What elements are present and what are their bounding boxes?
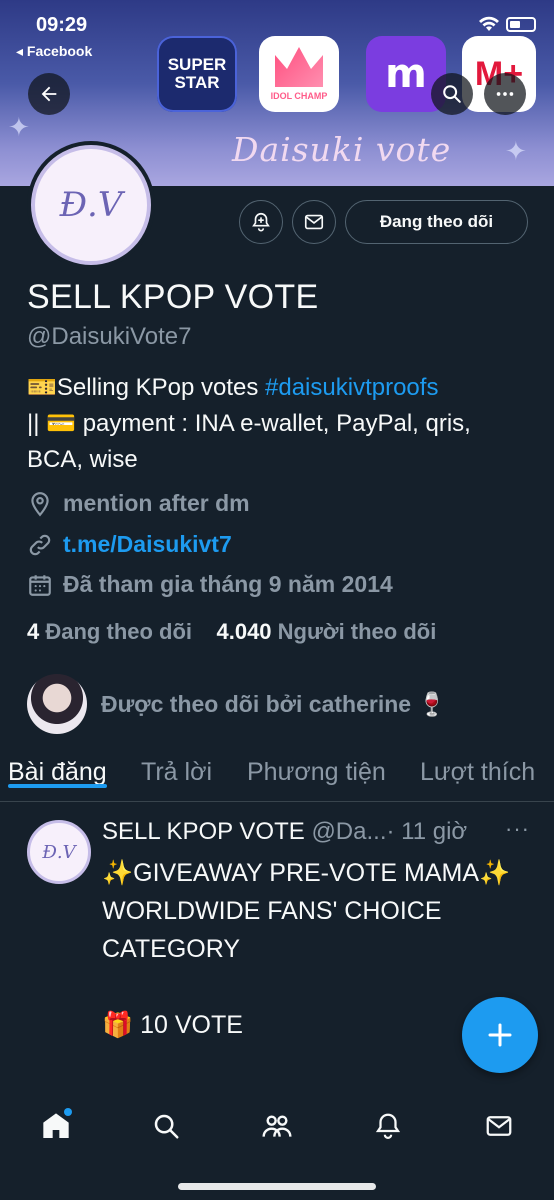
banner-title: Daisuki vote <box>232 130 452 169</box>
envelope-icon <box>486 1116 512 1136</box>
followers-label: Người theo dõi <box>277 619 437 644</box>
follow-stats: 4 Đang theo dõi 4.040 Người theo dõi <box>27 619 436 645</box>
nav-home[interactable] <box>36 1106 76 1146</box>
nav-messages[interactable] <box>479 1106 519 1146</box>
status-time: 09:29 <box>36 14 88 36</box>
battery-icon <box>506 16 536 32</box>
superstar-app-logo: SUPER STAR <box>157 36 237 112</box>
message-button[interactable] <box>292 200 336 244</box>
website-row: t.me/Daisukivt7 <box>27 531 232 558</box>
post-author-name[interactable]: SELL KPOP VOTE <box>102 818 305 845</box>
search-icon <box>443 85 461 103</box>
following-count: 4 <box>27 619 40 644</box>
followed-by-row[interactable]: Được theo dõi bởi catherine 🍷 <box>27 674 446 734</box>
envelope-icon <box>304 214 324 230</box>
following-button[interactable]: Đang theo dõi <box>345 200 528 244</box>
calendar-icon <box>29 574 51 596</box>
more-dots-icon <box>496 92 514 96</box>
location-pin-icon <box>31 491 49 516</box>
compose-button[interactable] <box>462 997 538 1073</box>
search-button[interactable] <box>431 73 473 115</box>
avatar-logo: Đ.V <box>31 145 151 265</box>
post-more-button[interactable]: ··· <box>505 816 530 842</box>
tab-likes[interactable]: Lượt thích <box>420 748 535 787</box>
followers-stat[interactable]: 4.040 Người theo dõi <box>216 619 436 644</box>
bio-text: 🎫Selling KPop votes <box>27 374 266 401</box>
profile-avatar[interactable]: Đ.V <box>27 141 155 269</box>
back-button[interactable] <box>28 73 70 115</box>
follower-avatar <box>27 674 87 734</box>
idol-champ-app-logo: IDOL CHAMP <box>259 36 339 112</box>
sparkle-decoration: ✦ <box>505 136 527 166</box>
notifications-subscribe-button[interactable] <box>239 200 283 244</box>
location-text: mention after dm <box>63 490 250 516</box>
app-label: SUPER STAR <box>167 55 227 92</box>
bell-plus-icon <box>252 212 270 232</box>
post-author-handle: @Da... <box>311 818 387 845</box>
tab-media[interactable]: Phương tiện <box>247 748 386 787</box>
search-icon <box>154 1114 179 1139</box>
bio-hashtag-link[interactable]: #daisukivtproofs <box>265 374 438 401</box>
post-body[interactable]: ✨GIVEAWAY PRE-VOTE MAMA✨ WORLDWIDE FANS'… <box>102 854 522 1044</box>
bell-icon <box>375 1113 401 1139</box>
app-label: IDOL CHAMP <box>270 91 328 101</box>
home-indicator[interactable] <box>178 1183 376 1190</box>
following-stat[interactable]: 4 Đang theo dõi <box>27 619 192 644</box>
status-icons <box>478 16 536 32</box>
app-label: m <box>385 51 427 97</box>
profile-tabs: Bài đăng Trả lời Phương tiện Lượt thích <box>0 748 554 802</box>
post-author-avatar[interactable]: Đ.V <box>27 820 91 884</box>
post-time: · 11 giờ <box>386 818 468 845</box>
post-header: SELL KPOP VOTE @Da...· 11 giờ <box>102 818 467 846</box>
followed-by-text: Được theo dõi bởi catherine 🍷 <box>101 690 447 717</box>
crown-icon <box>275 47 323 87</box>
joined-row: Đã tham gia tháng 9 năm 2014 <box>27 571 393 598</box>
location-row: mention after dm <box>27 490 250 517</box>
nav-communities[interactable] <box>257 1106 297 1146</box>
display-name: SELL KPOP VOTE <box>27 278 319 316</box>
bio-text: || 💳 payment : INA e-wallet, PayPal, qri… <box>27 410 471 473</box>
tab-posts[interactable]: Bài đăng <box>8 748 107 788</box>
nav-search[interactable] <box>146 1106 186 1146</box>
home-notification-dot <box>64 1108 72 1116</box>
website-link[interactable]: t.me/Daisukivt7 <box>63 531 232 558</box>
following-label: Đang theo dõi <box>45 619 193 644</box>
plus-icon <box>488 1023 512 1047</box>
back-to-app-link[interactable]: ◂ Facebook <box>16 43 92 60</box>
user-handle: @DaisukiVote7 <box>27 323 192 350</box>
wifi-icon <box>479 16 499 31</box>
profile-bio: 🎫Selling KPop votes #daisukivtproofs || 💳… <box>27 370 527 478</box>
arrow-left-icon <box>41 86 57 102</box>
nav-notifications[interactable] <box>368 1106 408 1146</box>
communities-icon <box>262 1115 292 1137</box>
tab-replies[interactable]: Trả lời <box>141 748 212 787</box>
more-options-button[interactable] <box>484 73 526 115</box>
sparkle-decoration: ✦ <box>8 112 30 142</box>
joined-text: Đã tham gia tháng 9 năm 2014 <box>63 571 393 597</box>
followers-count: 4.040 <box>216 619 272 644</box>
link-icon <box>29 534 51 555</box>
